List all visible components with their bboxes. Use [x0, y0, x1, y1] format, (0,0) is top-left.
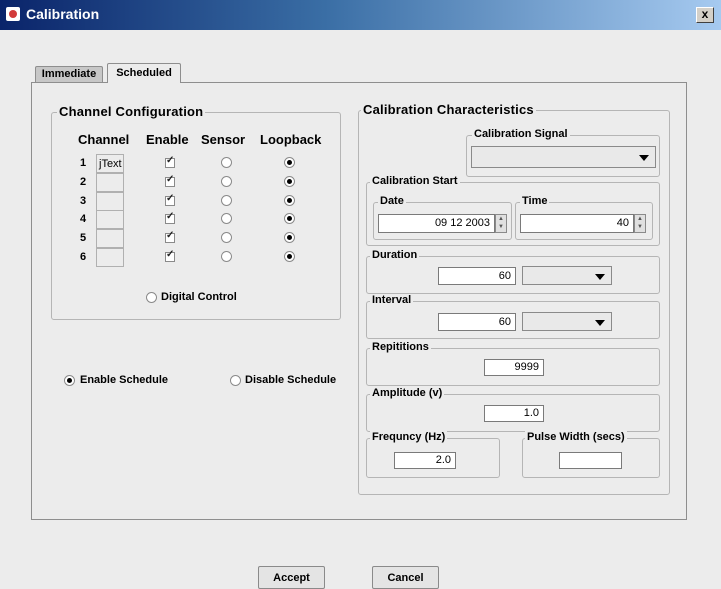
sensor-radio[interactable] — [221, 157, 232, 168]
interval-field[interactable]: 60 — [438, 313, 516, 331]
channel-number: 1 — [80, 157, 87, 169]
header-sensor: Sensor — [201, 132, 246, 147]
enable-checkbox[interactable] — [165, 155, 175, 168]
duration-unit-select[interactable] — [522, 266, 612, 285]
time-label: Time — [520, 195, 550, 207]
repetitions-label: Repititions — [370, 341, 431, 353]
sensor-radio[interactable] — [221, 251, 232, 262]
frequency-label: Frequncy (Hz) — [370, 431, 448, 443]
loopback-radio[interactable] — [284, 232, 295, 243]
loopback-radio[interactable] — [284, 157, 295, 168]
channel-text-field[interactable] — [96, 173, 124, 192]
duration-label: Duration — [370, 249, 420, 261]
frequency-field[interactable]: 2.0 — [394, 452, 456, 469]
enable-checkbox[interactable] — [165, 193, 175, 206]
calibration-signal-label: Calibration Signal — [472, 128, 570, 140]
enable-schedule-label: Enable Schedule — [80, 374, 169, 386]
date-label: Date — [378, 195, 406, 207]
interval-label: Interval — [370, 294, 414, 306]
channel-number: 5 — [80, 232, 87, 244]
accept-button[interactable]: Accept — [258, 566, 325, 589]
enable-checkbox[interactable] — [165, 230, 175, 243]
window-title: Calibration — [26, 6, 100, 22]
enable-checkbox[interactable] — [165, 174, 175, 187]
close-button[interactable]: x — [696, 7, 714, 23]
tab-scheduled[interactable]: Scheduled — [107, 63, 181, 83]
duration-field[interactable]: 60 — [438, 267, 516, 285]
enable-checkbox[interactable] — [165, 249, 175, 262]
digital-control-label: Digital Control — [161, 291, 237, 303]
calibration-characteristics-title: Calibration Characteristics — [361, 102, 536, 117]
channel-config-title: Channel Configuration — [57, 104, 206, 119]
channel-text-field[interactable] — [96, 192, 124, 211]
tab-immediate[interactable]: Immediate — [35, 66, 103, 82]
channel-number: 3 — [80, 195, 87, 207]
spinner-down-icon: ▼ — [637, 224, 643, 230]
enable-schedule-radio[interactable] — [64, 375, 75, 386]
loopback-radio[interactable] — [284, 195, 295, 206]
disable-schedule-label: Disable Schedule — [245, 374, 337, 386]
digital-control-radio[interactable] — [146, 292, 157, 303]
amplitude-label: Amplitude (v) — [370, 387, 445, 399]
date-spinner[interactable]: ▲ ▼ — [495, 214, 507, 233]
channel-text-field[interactable] — [96, 248, 124, 267]
loopback-radio[interactable] — [284, 251, 295, 262]
header-enable: Enable — [146, 132, 189, 147]
pulse-width-label: Pulse Width (secs) — [525, 431, 627, 443]
loopback-radio[interactable] — [284, 213, 295, 224]
cancel-button[interactable]: Cancel — [372, 566, 439, 589]
sensor-radio[interactable] — [221, 232, 232, 243]
interval-unit-select[interactable] — [522, 312, 612, 331]
spinner-down-icon: ▼ — [498, 224, 504, 230]
sensor-radio[interactable] — [221, 213, 232, 224]
calibration-start-label: Calibration Start — [370, 175, 460, 187]
repetitions-field[interactable]: 9999 — [484, 359, 544, 376]
app-icon — [6, 7, 20, 21]
channel-number: 4 — [80, 213, 87, 225]
header-loopback: Loopback — [260, 132, 322, 147]
disable-schedule-radio[interactable] — [230, 375, 241, 386]
pulse-width-field[interactable] — [559, 452, 622, 469]
date-field[interactable]: 09 12 2003 — [378, 214, 495, 233]
time-spinner[interactable]: ▲ ▼ — [634, 214, 646, 233]
calibration-signal-select[interactable] — [471, 146, 656, 168]
time-field[interactable]: 40 — [520, 214, 634, 233]
sensor-radio[interactable] — [221, 176, 232, 187]
loopback-radio[interactable] — [284, 176, 295, 187]
channel-text-field[interactable] — [96, 229, 124, 248]
sensor-radio[interactable] — [221, 195, 232, 206]
channel-number: 2 — [80, 176, 87, 188]
channel-text-field[interactable] — [96, 210, 124, 229]
header-channel: Channel — [78, 132, 130, 147]
channel-number: 6 — [80, 251, 87, 263]
amplitude-field[interactable]: 1.0 — [484, 405, 544, 422]
title-bar — [0, 0, 721, 30]
channel-text-field[interactable]: jText — [96, 154, 124, 173]
enable-checkbox[interactable] — [165, 211, 175, 224]
